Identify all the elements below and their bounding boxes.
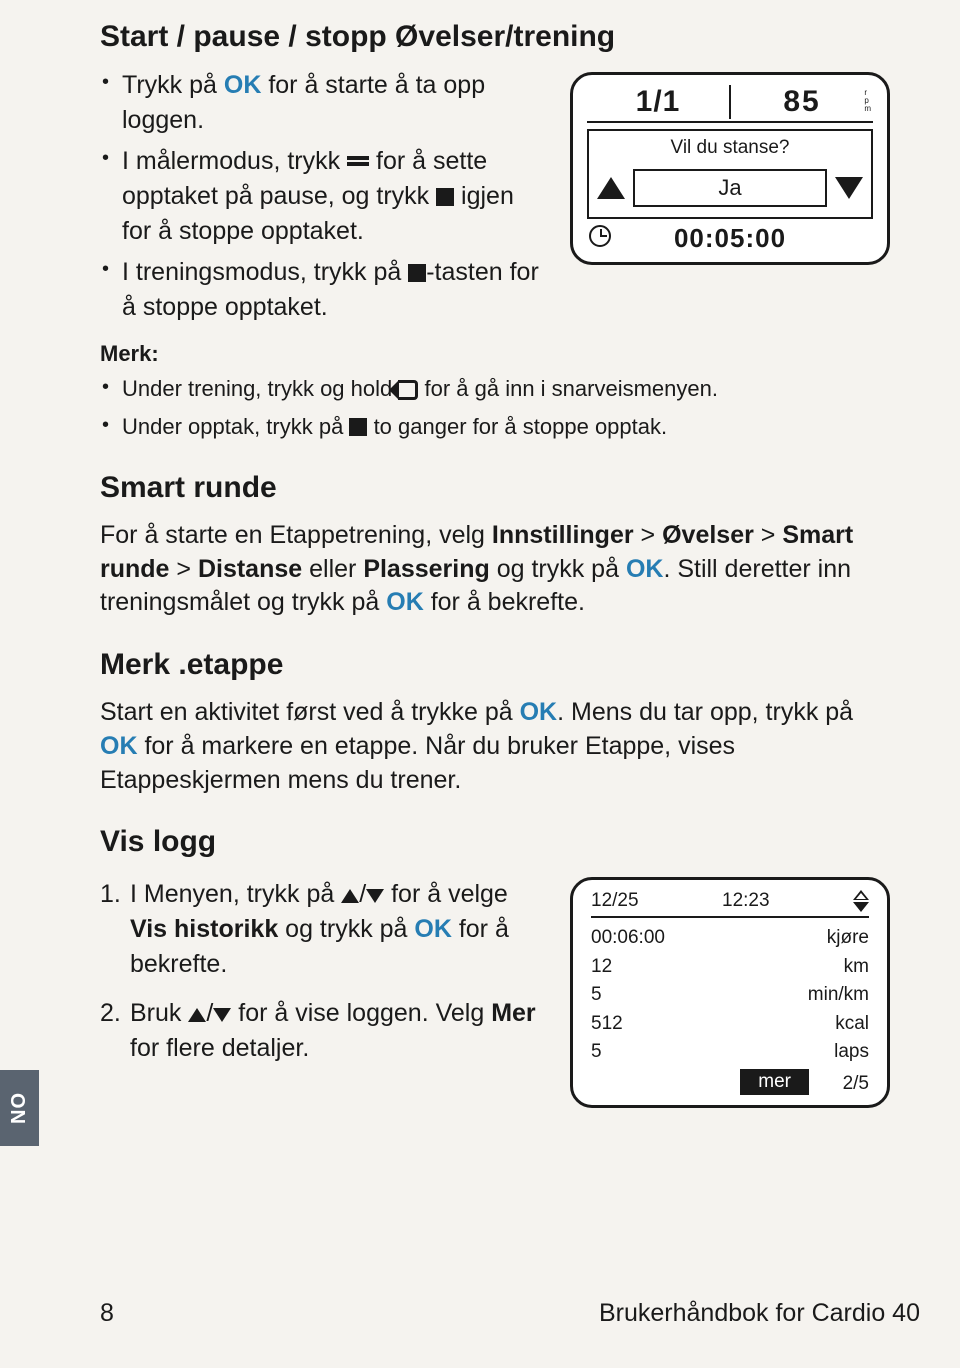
device-stop-question: Vil du stanse? bbox=[597, 137, 863, 159]
device-screen-log: 12/25 12:23 00:06:00kjøre 12km 5min/km 5… bbox=[570, 877, 890, 1108]
stop-icon bbox=[408, 264, 426, 282]
triangle-down-icon bbox=[213, 1008, 231, 1022]
clock-icon bbox=[589, 225, 611, 247]
stop-icon bbox=[436, 188, 454, 206]
section1-bullets: Trykk på OK for å starte å ta opp loggen… bbox=[100, 68, 548, 325]
log-page-indicator: 2/5 bbox=[809, 1073, 869, 1095]
triangle-down-icon bbox=[366, 889, 384, 903]
note-stop-twice: Under opptak, trykk på to ganger for å s… bbox=[100, 411, 890, 443]
stop-icon bbox=[349, 418, 367, 436]
log-row-duration: 00:06:00kjøre bbox=[591, 924, 869, 953]
note-label: Merk: bbox=[100, 341, 890, 367]
device-screen-stop-confirm: 1/1 85 rpm Vil du stanse? Ja 00:05:00 bbox=[570, 72, 890, 265]
bullet-start: Trykk på OK for å starte å ta opp loggen… bbox=[100, 68, 548, 138]
device-page-fraction: 1/1 bbox=[587, 85, 731, 119]
log-row-laps: 5laps bbox=[591, 1038, 869, 1067]
triangle-up-icon bbox=[188, 1008, 206, 1022]
document-title: Brukerhåndbok for Cardio 40 bbox=[599, 1299, 920, 1328]
device-ja-button: Ja bbox=[633, 169, 827, 207]
language-tab: NO bbox=[0, 1070, 39, 1146]
vis-logg-steps: 1. I Menyen, trykk på / for å velge Vis … bbox=[100, 877, 548, 1066]
device-elapsed-time: 00:05:00 bbox=[674, 223, 786, 254]
ok-label: OK bbox=[224, 71, 262, 99]
smart-runde-paragraph: For å starte en Etappetrening, velg Inns… bbox=[100, 519, 890, 620]
log-date: 12/25 bbox=[591, 890, 639, 912]
log-row-pace: 5min/km bbox=[591, 981, 869, 1010]
step-1: 1. I Menyen, trykk på / for å velge Vis … bbox=[100, 877, 548, 982]
bullet-training-stop: I treningsmodus, trykk på -tasten for å … bbox=[100, 255, 548, 325]
pause-icon bbox=[347, 156, 369, 166]
log-row-kcal: 512kcal bbox=[591, 1010, 869, 1039]
triangle-down-icon bbox=[835, 177, 863, 199]
note-bullets: Under trening, trykk og hold for å gå in… bbox=[100, 373, 890, 443]
back-icon bbox=[398, 380, 418, 400]
device-rpm-value: 85 bbox=[783, 85, 820, 119]
note-shortcut: Under trening, trykk og hold for å gå in… bbox=[100, 373, 890, 405]
log-mer-button: mer bbox=[740, 1069, 809, 1095]
heading-merk-etappe: Merk .etappe bbox=[100, 648, 890, 682]
log-row-distance: 12km bbox=[591, 953, 869, 982]
heading-smart-runde: Smart runde bbox=[100, 471, 890, 505]
page-number: 8 bbox=[100, 1299, 114, 1328]
scroll-arrows-icon bbox=[853, 890, 869, 912]
heading-start-pause-stopp: Start / pause / stopp Øvelser/trening bbox=[100, 20, 890, 54]
bullet-pause: I målermodus, trykk for å sette opptaket… bbox=[100, 144, 548, 249]
triangle-up-icon bbox=[341, 889, 359, 903]
merk-etappe-paragraph: Start en aktivitet først ved å trykke på… bbox=[100, 696, 890, 797]
triangle-up-icon bbox=[597, 177, 625, 199]
log-time: 12:23 bbox=[722, 890, 770, 912]
heading-vis-logg: Vis logg bbox=[100, 825, 890, 859]
device-rpm-unit: rpm bbox=[864, 89, 871, 113]
step-2: 2. Bruk / for å vise loggen. Velg Mer fo… bbox=[100, 996, 548, 1066]
